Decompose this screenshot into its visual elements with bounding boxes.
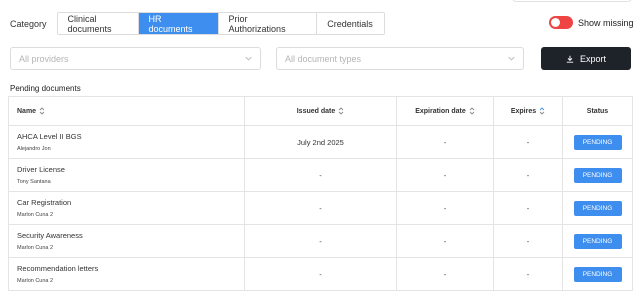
table-row[interactable]: Car Registration Marlon Cuna 2 - - - PEND… — [8, 191, 633, 225]
export-button[interactable]: Export — [541, 47, 631, 70]
document-person: Marlon Cuna 2 — [17, 245, 54, 251]
name-cell: Driver License Tony Santana — [8, 158, 245, 192]
expiration-date-cell: - — [396, 125, 494, 159]
expiration-date-cell: - — [396, 158, 494, 192]
tab-clinical-documents[interactable]: Clinical documents — [57, 13, 139, 34]
tab-hr-documents[interactable]: HR documents — [138, 13, 219, 34]
tab-prior-authorizations[interactable]: Prior Authorizations — [218, 13, 317, 34]
status-badge[interactable]: PENDING — [573, 134, 622, 150]
export-label: Export — [579, 53, 606, 64]
table-row[interactable]: AHCA Level II BGS Alejandro Jon July 2nd … — [8, 125, 633, 159]
document-name: Driver License — [17, 165, 65, 174]
expiration-date-cell: - — [396, 224, 494, 258]
column-header-issued-date[interactable]: Issued date — [244, 96, 397, 126]
status-badge[interactable]: PENDING — [573, 200, 622, 216]
category-tabs: Clinical documents HR documents Prior Au… — [56, 12, 385, 35]
show-missing-control: Show missing — [549, 16, 634, 29]
sort-icon — [39, 107, 45, 115]
expires-cell: - — [493, 125, 563, 159]
column-header-name[interactable]: Name — [8, 96, 245, 126]
column-header-expires[interactable]: Expires — [493, 96, 563, 126]
chevron-down-icon — [245, 56, 252, 61]
table-header-row: Name Issued date Expiration date Expires… — [8, 96, 633, 126]
document-types-select[interactable]: All document types — [276, 47, 524, 70]
top-dropdown-edge — [512, 0, 632, 2]
status-cell: PENDING — [562, 125, 633, 159]
expires-cell: - — [493, 191, 563, 225]
toggle-knob — [551, 18, 560, 27]
sort-icon — [469, 107, 475, 115]
status-cell: PENDING — [562, 224, 633, 258]
table-row[interactable]: Driver License Tony Santana - - - PENDING — [8, 158, 633, 192]
expires-cell: - — [493, 158, 563, 192]
status-badge[interactable]: PENDING — [573, 167, 622, 183]
document-name: Security Awareness — [17, 231, 83, 240]
show-missing-toggle[interactable] — [549, 16, 573, 29]
expires-cell: - — [493, 224, 563, 258]
column-header-status: Status — [562, 96, 633, 126]
pending-documents-table: Name Issued date Expiration date Expires… — [8, 96, 633, 291]
name-cell: Security Awareness Marlon Cuna 2 — [8, 224, 245, 258]
section-title: Pending documents — [10, 84, 81, 93]
document-name: Recommendation letters — [17, 264, 99, 273]
column-header-expiration-date[interactable]: Expiration date — [396, 96, 494, 126]
status-badge[interactable]: PENDING — [573, 266, 622, 282]
document-person: Marlon Cuna 2 — [17, 278, 54, 284]
issued-date-cell: - — [244, 257, 397, 291]
category-label: Category — [10, 18, 47, 29]
document-person: Alejandro Jon — [17, 146, 51, 152]
status-cell: PENDING — [562, 158, 633, 192]
expiration-date-cell: - — [396, 257, 494, 291]
issued-date-cell: - — [244, 191, 397, 225]
sort-icon — [539, 107, 545, 115]
status-cell: PENDING — [562, 191, 633, 225]
document-types-placeholder: All document types — [285, 53, 362, 64]
table-row[interactable]: Security Awareness Marlon Cuna 2 - - - PE… — [8, 224, 633, 258]
document-person: Marlon Cuna 2 — [17, 212, 54, 218]
expiration-date-cell: - — [396, 191, 494, 225]
name-cell: Car Registration Marlon Cuna 2 — [8, 191, 245, 225]
providers-placeholder: All providers — [19, 53, 69, 64]
name-cell: AHCA Level II BGS Alejandro Jon — [8, 125, 245, 159]
status-cell: PENDING — [562, 257, 633, 291]
issued-date-cell: - — [244, 158, 397, 192]
expires-cell: - — [493, 257, 563, 291]
category-bar: Category Clinical documents HR documents… — [10, 12, 385, 35]
issued-date-cell: July 2nd 2025 — [244, 125, 397, 159]
status-badge[interactable]: PENDING — [573, 233, 622, 249]
show-missing-label: Show missing — [578, 17, 634, 28]
document-name: AHCA Level II BGS — [17, 132, 82, 141]
name-cell: Recommendation letters Marlon Cuna 2 — [8, 257, 245, 291]
sort-icon — [338, 107, 344, 115]
issued-date-cell: - — [244, 224, 397, 258]
tab-credentials[interactable]: Credentials — [316, 13, 384, 34]
chevron-down-icon — [508, 56, 515, 61]
providers-select[interactable]: All providers — [10, 47, 261, 70]
document-name: Car Registration — [17, 198, 72, 207]
table-row[interactable]: Recommendation letters Marlon Cuna 2 - - … — [8, 257, 633, 291]
document-person: Tony Santana — [17, 179, 51, 185]
download-icon — [566, 55, 574, 63]
